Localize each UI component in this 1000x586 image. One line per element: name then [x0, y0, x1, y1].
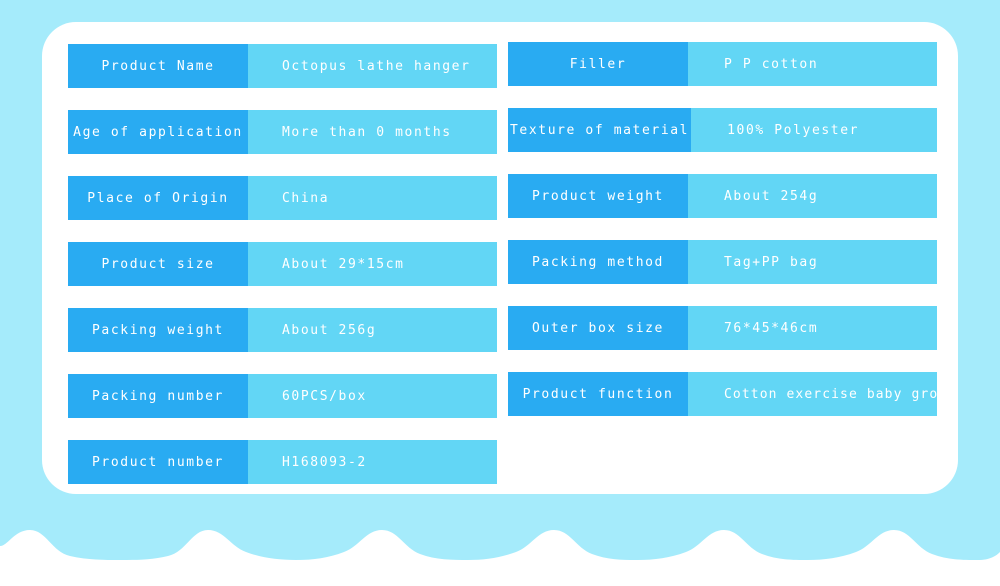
- spec-label: Product Name: [68, 44, 248, 88]
- spec-value: P P cotton: [688, 42, 937, 86]
- spec-row: Product number H168093-2: [68, 440, 497, 484]
- spec-label: Product size: [68, 242, 248, 286]
- spec-row: Product function Cotton exercise baby gr…: [508, 372, 937, 416]
- spec-row: Packing number 60PCS/box: [68, 374, 497, 418]
- spec-row: Product weight About 254g: [508, 174, 937, 218]
- spec-row: Place of Origin China: [68, 176, 497, 220]
- spec-value: Octopus lathe hanger: [248, 44, 497, 88]
- spec-label: Packing weight: [68, 308, 248, 352]
- spec-value: H168093-2: [248, 440, 497, 484]
- spec-label: Place of Origin: [68, 176, 248, 220]
- spec-value: 76*45*46cm: [688, 306, 937, 350]
- spec-label: Age of application: [68, 110, 248, 154]
- spec-value: Tag+PP bag: [688, 240, 937, 284]
- spec-value: China: [248, 176, 497, 220]
- spec-label: Product function: [508, 372, 688, 416]
- spec-value: 100% Polyester: [691, 108, 937, 152]
- spec-label: Texture of material: [508, 108, 692, 152]
- spec-row: Filler P P cotton: [508, 42, 937, 86]
- spec-column-left: Product Name Octopus lathe hanger Age of…: [68, 44, 497, 506]
- spec-label: Packing number: [68, 374, 248, 418]
- spec-row: Texture of material 100% Polyester: [508, 108, 937, 152]
- spec-value: Cotton exercise baby growth: [688, 372, 937, 416]
- spec-value: About 254g: [688, 174, 937, 218]
- spec-label: Product number: [68, 440, 248, 484]
- spec-value: 60PCS/box: [248, 374, 497, 418]
- spec-row: Product size About 29*15cm: [68, 242, 497, 286]
- spec-label: Outer box size: [508, 306, 688, 350]
- product-spec-page: Product Name Octopus lathe hanger Age of…: [0, 0, 1000, 586]
- spec-label: Product weight: [508, 174, 688, 218]
- spec-value: More than 0 months: [248, 110, 497, 154]
- spec-row: Packing weight About 256g: [68, 308, 497, 352]
- spec-row: Outer box size 76*45*46cm: [508, 306, 937, 350]
- wave-decoration: [0, 530, 1000, 586]
- spec-label: Filler: [508, 42, 688, 86]
- spec-value: About 256g: [248, 308, 497, 352]
- spec-row: Age of application More than 0 months: [68, 110, 497, 154]
- spec-table: Product Name Octopus lathe hanger Age of…: [68, 42, 937, 484]
- spec-row: Product Name Octopus lathe hanger: [68, 44, 497, 88]
- spec-row: Packing method Tag+PP bag: [508, 240, 937, 284]
- spec-label: Packing method: [508, 240, 688, 284]
- spec-column-right: Filler P P cotton Texture of material 10…: [508, 42, 937, 438]
- spec-value: About 29*15cm: [248, 242, 497, 286]
